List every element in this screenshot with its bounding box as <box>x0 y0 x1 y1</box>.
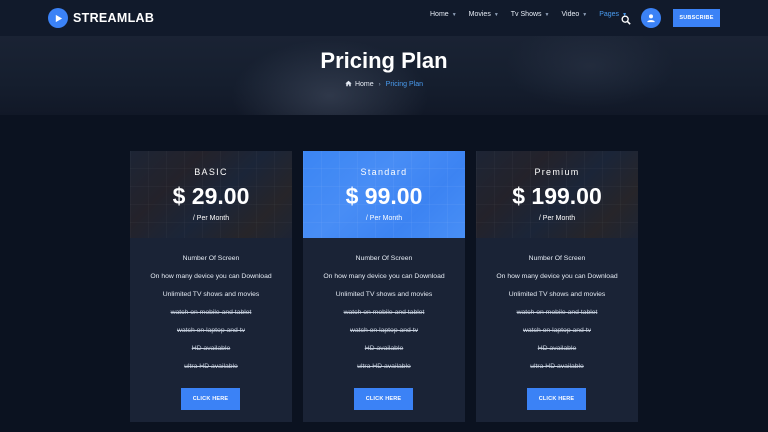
chevron-down-icon: ▼ <box>451 11 457 18</box>
brand-name: STREAMLAB <box>73 11 155 25</box>
plan-name: BASIC <box>194 167 228 177</box>
feature-list: Number Of Screen On how many device you … <box>303 254 465 380</box>
breadcrumb-home-link[interactable]: Home <box>345 80 374 89</box>
click-here-button[interactable]: CLICK HERE <box>354 388 413 410</box>
page-title: Pricing Plan <box>320 48 448 73</box>
plan-period: / Per Month <box>538 215 576 222</box>
pricing-card-header: Premium $ 199.00 / Per Month <box>476 151 638 238</box>
feature-item-excluded: HD available <box>364 345 404 352</box>
plan-price: $ 29.00 <box>172 183 250 209</box>
feature-item: Unlimited TV shows and movies <box>162 291 260 298</box>
home-icon <box>345 80 352 89</box>
feature-item: Number Of Screen <box>528 255 586 262</box>
feature-list: Number Of Screen On how many device you … <box>130 254 292 380</box>
feature-item-excluded: watch on mobile and tablet <box>516 309 598 316</box>
plan-name: Standard <box>360 167 408 177</box>
breadcrumb-current: Pricing Plan <box>385 81 424 88</box>
feature-item: On how many device you can Download <box>150 273 272 280</box>
page-hero: Pricing Plan Home › Pricing Plan <box>0 36 768 115</box>
brand-logo-link[interactable]: STREAMLAB <box>48 8 154 28</box>
feature-item: Number Of Screen <box>182 255 240 262</box>
feature-item-excluded: HD available <box>537 345 577 352</box>
pricing-card-standard: Standard $ 99.00 / Per Month Number Of S… <box>303 151 465 422</box>
subscribe-button[interactable]: SUBSCRIBE <box>673 9 720 27</box>
pricing-card-header: Standard $ 99.00 / Per Month <box>303 151 465 238</box>
nav-item-label: Movies <box>468 11 491 18</box>
nav-item-label: Tv Shows <box>510 11 542 18</box>
plan-price: $ 199.00 <box>512 183 602 209</box>
main-menu: Home ▼ Movies ▼ Tv Shows ▼ Video ▼ Pages… <box>430 11 639 18</box>
nav-item-tv-shows[interactable]: Tv Shows ▼ <box>511 11 550 18</box>
nav-item-label: Home <box>430 11 449 18</box>
click-here-button[interactable]: CLICK HERE <box>181 388 240 410</box>
feature-item-excluded: watch on laptop and tv <box>176 327 245 334</box>
nav-item-label: Video <box>561 11 580 18</box>
feature-item: Unlimited TV shows and movies <box>335 291 433 298</box>
search-icon[interactable] <box>621 12 631 25</box>
plan-period: / Per Month <box>192 215 230 222</box>
feature-item-excluded: watch on laptop and tv <box>522 327 591 334</box>
nav-item-video[interactable]: Video ▼ <box>561 11 587 18</box>
breadcrumb-separator: › <box>378 81 381 88</box>
nav-item-movies[interactable]: Movies ▼ <box>469 11 499 18</box>
nav-item-label: Pages <box>599 11 620 18</box>
chevron-down-icon: ▼ <box>582 11 588 18</box>
feature-item: On how many device you can Download <box>323 273 445 280</box>
feature-item-excluded: watch on mobile and tablet <box>170 309 252 316</box>
plan-period: / Per Month <box>365 215 403 222</box>
feature-item-excluded: watch on mobile and tablet <box>343 309 425 316</box>
pricing-card-header: BASIC $ 29.00 / Per Month <box>130 151 292 238</box>
click-here-button[interactable]: CLICK HERE <box>527 388 586 410</box>
feature-item-excluded: watch on laptop and tv <box>349 327 418 334</box>
feature-item: Unlimited TV shows and movies <box>508 291 606 298</box>
breadcrumb: Home › Pricing Plan <box>0 80 768 89</box>
plan-price: $ 99.00 <box>345 183 423 209</box>
pricing-card-basic: BASIC $ 29.00 / Per Month Number Of Scre… <box>130 151 292 422</box>
feature-item-excluded: ultra HD available <box>184 363 238 370</box>
play-icon <box>48 8 68 28</box>
chevron-down-icon: ▼ <box>493 11 499 18</box>
user-icon[interactable] <box>641 8 661 28</box>
nav-item-home[interactable]: Home ▼ <box>430 11 457 18</box>
breadcrumb-home-label: Home <box>354 81 374 88</box>
top-navigation-bar: STREAMLAB Home ▼ Movies ▼ Tv Shows ▼ Vid… <box>0 0 768 36</box>
feature-item: On how many device you can Download <box>496 273 618 280</box>
feature-list: Number Of Screen On how many device you … <box>476 254 638 380</box>
feature-item-excluded: HD available <box>191 345 231 352</box>
feature-item-excluded: ultra HD available <box>530 363 584 370</box>
plan-name: Premium <box>534 167 580 177</box>
chevron-down-icon: ▼ <box>544 11 550 18</box>
pricing-card-premium: Premium $ 199.00 / Per Month Number Of S… <box>476 151 638 422</box>
feature-item-excluded: ultra HD available <box>357 363 411 370</box>
feature-item: Number Of Screen <box>355 255 413 262</box>
